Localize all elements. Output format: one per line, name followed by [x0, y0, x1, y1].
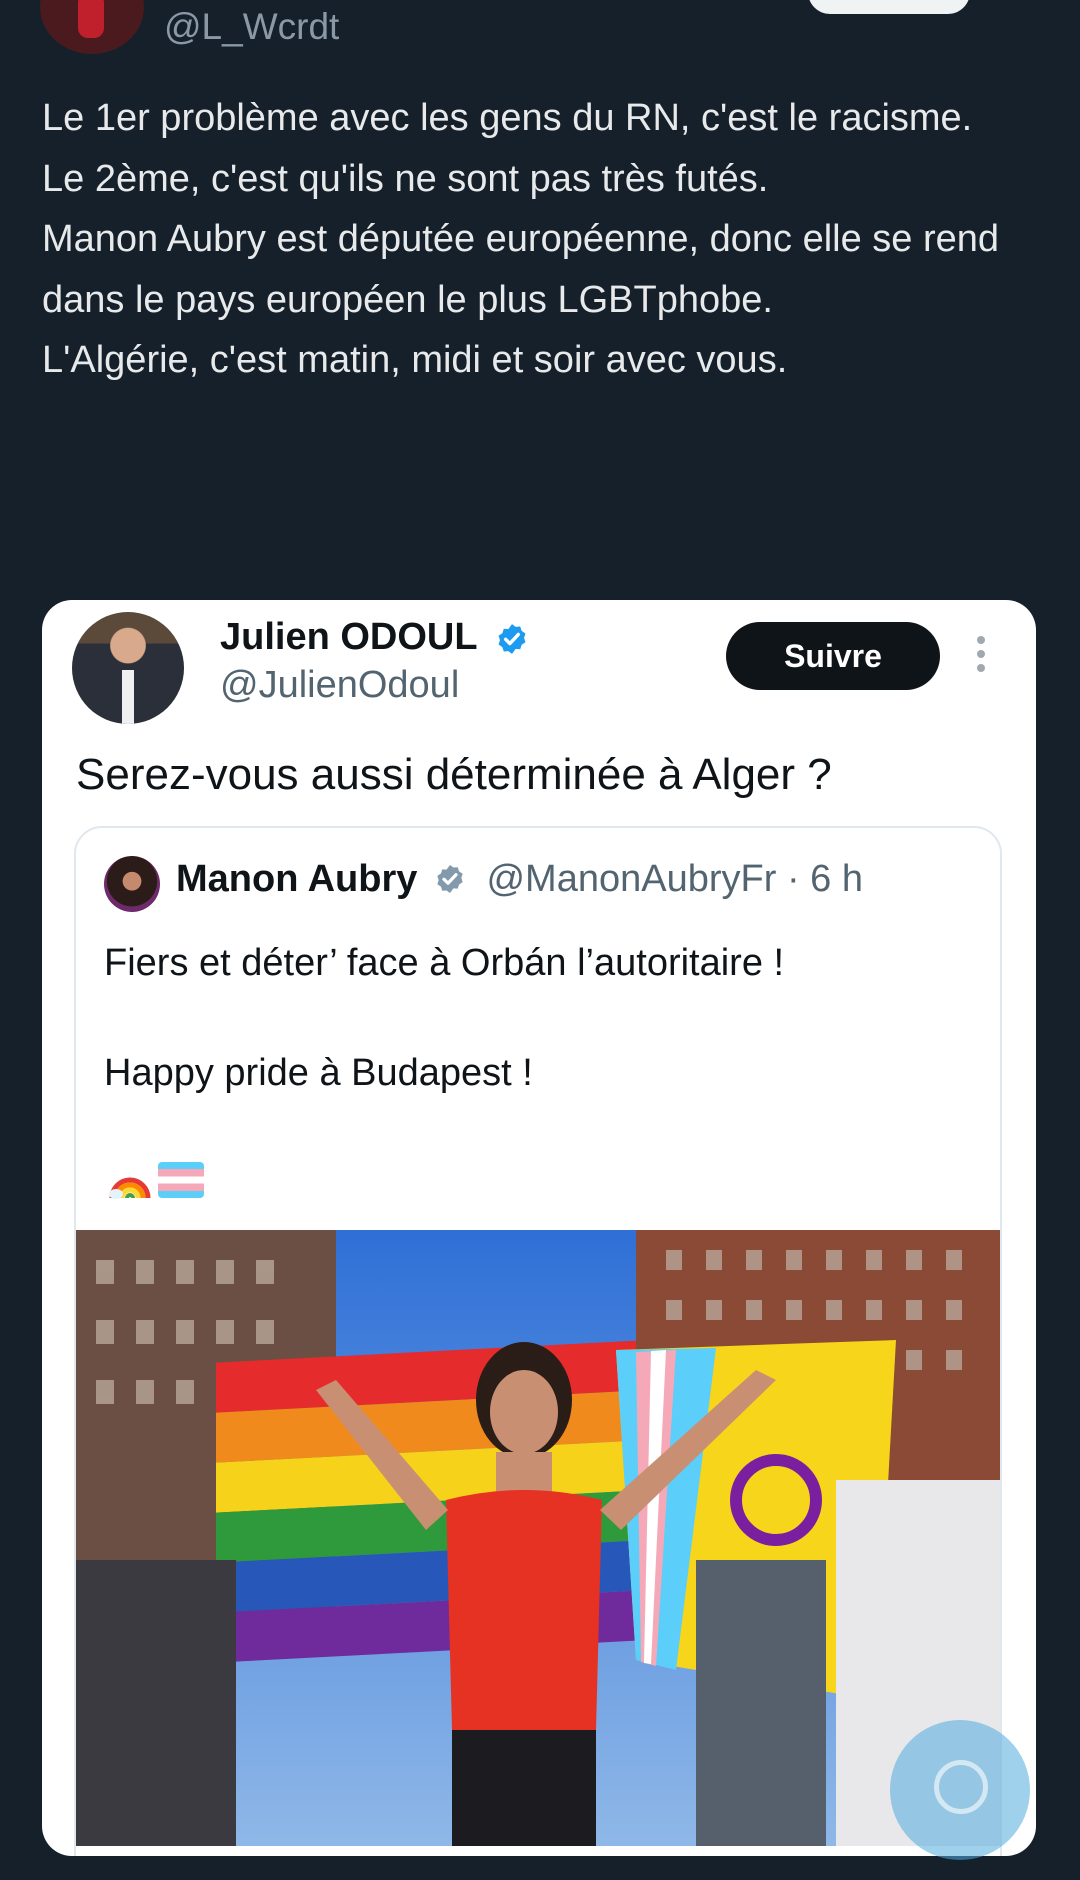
help-bubble-icon[interactable]: [890, 1720, 1030, 1860]
manon-aubry-avatar: [104, 856, 160, 912]
embedded-tweet-screenshot[interactable]: Julien ODOUL @JulienOdoul Suivre Serez-v…: [42, 600, 1036, 1856]
gray-verified-badge-icon: [437, 865, 463, 893]
tweet-line: L'Algérie, c'est matin, midi et soir ave…: [42, 339, 788, 381]
avatar-logo-icon: [78, 0, 104, 38]
quoted-tweet-header: Manon Aubry @ManonAubryFr · 6 h: [176, 858, 863, 901]
embedded-author-name: Julien ODOUL: [220, 616, 529, 659]
quoted-tweet: Manon Aubry @ManonAubryFr · 6 h Fiers et…: [74, 826, 1002, 1856]
embedded-author-handle: @JulienOdoul: [220, 664, 460, 706]
top-action-button[interactable]: [808, 0, 970, 14]
tweet-line: Le 1er problème avec les gens du RN, c'e…: [42, 97, 973, 139]
more-vertical-icon: [974, 636, 988, 676]
rainbow-emoji-icon: [109, 1177, 151, 1199]
quoted-tweet-time: · 6 h: [786, 858, 863, 900]
shirt-detail: [122, 670, 134, 724]
embedded-author-name-text: Julien ODOUL: [220, 616, 477, 658]
follow-button: Suivre: [726, 622, 940, 690]
tweet-line: Manon Aubry est députée européenne, donc…: [42, 218, 1010, 321]
tweet-text: Le 1er problème avec les gens du RN, c'e…: [42, 88, 1042, 391]
quoted-line: [104, 991, 784, 1046]
tweet-line: Le 2ème, c'est qu'ils ne sont pas très f…: [42, 157, 769, 200]
embedded-tweet-text: Serez-vous aussi déterminée à Alger ?: [76, 750, 832, 799]
quoted-author-handle: @ManonAubryFr: [486, 858, 777, 900]
verified-badge-icon: [498, 624, 526, 654]
quoted-author-name: Manon Aubry: [176, 858, 418, 900]
transgender-flag-emoji-icon: [158, 1162, 204, 1198]
tweet-handle[interactable]: @L_Wcrdt: [164, 6, 339, 48]
user-avatar[interactable]: [40, 0, 144, 54]
quoted-line: Happy pride à Budapest !: [104, 1052, 533, 1094]
quoted-line: Fiers et déter’ face à Orbán l’autoritai…: [104, 942, 785, 984]
help-glyph: [934, 1760, 988, 1814]
julien-odoul-avatar: [72, 612, 184, 724]
quoted-tweet-text: Fiers et déter’ face à Orbán l’autoritai…: [104, 936, 784, 1101]
pride-photo: [76, 1230, 1000, 1846]
